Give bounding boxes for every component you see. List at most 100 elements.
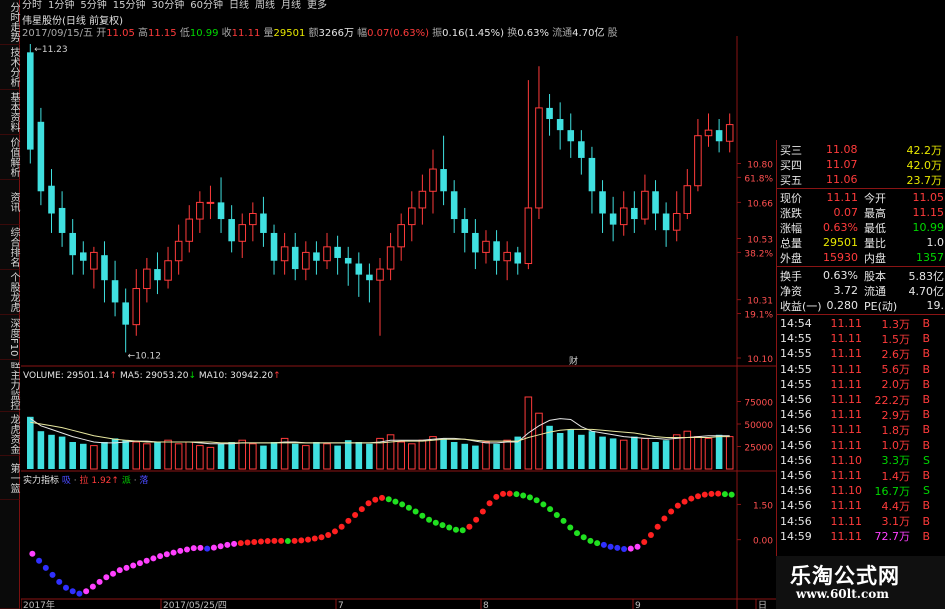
indicator-header-seg: 吸 (59, 475, 71, 486)
candle-body (725, 124, 734, 142)
left-tab-1[interactable]: 技术分析 (0, 45, 20, 90)
bottom-left-tab-1[interactable]: 龙虎资金 (0, 412, 20, 456)
volume-bar (609, 438, 617, 469)
candle-body (546, 107, 553, 120)
price-axis-label: 10.31 (747, 297, 773, 307)
tick-time: 14:54 (780, 317, 812, 330)
left-tab-6[interactable]: 个股龙虎 (0, 270, 20, 315)
volume-bar (472, 445, 479, 469)
left-tab-4[interactable]: 资讯 (0, 180, 20, 225)
indicator-dot (197, 544, 204, 551)
order-price: 11.08 (826, 143, 858, 156)
period-tab-8[interactable]: 月线 (281, 0, 301, 12)
left-tab-3[interactable]: 价值解析 (0, 135, 20, 180)
candle (206, 185, 215, 220)
indicator-dot (116, 567, 123, 574)
candle-body (704, 129, 713, 137)
indicator-dot (305, 536, 312, 543)
volume-bar (164, 439, 172, 470)
indicator-dot (83, 588, 90, 595)
candle (397, 213, 405, 261)
indicator-dot (493, 493, 500, 500)
period-tab-2[interactable]: 5分钟 (80, 0, 106, 12)
bottom-left-tab-0[interactable]: 主力监控 (0, 368, 20, 412)
left-tab-0[interactable]: 分时走势 (0, 0, 20, 45)
volume-bar (631, 436, 638, 469)
candle-body (355, 263, 363, 275)
indicator-dot (405, 504, 412, 511)
candle (249, 202, 257, 242)
volume-bar (567, 429, 575, 469)
volume-bar (662, 440, 670, 469)
indicator-dot (257, 538, 264, 545)
tick-time: 14:55 (780, 377, 812, 391)
left-tab-5[interactable]: 综合排名 (0, 225, 20, 270)
tick-price: 11.11 (830, 423, 863, 437)
tick-row: 14:56 11.11 1.8万 B (776, 422, 945, 437)
period-tab-1[interactable]: 1分钟 (48, 0, 74, 12)
order-book-row: 买三 11.08 42.2万 (776, 142, 945, 157)
tick-price: 11.11 (830, 408, 863, 422)
fundamental-value: 4.70亿 (908, 284, 945, 298)
candle-body (37, 121, 45, 192)
candle (609, 196, 617, 242)
fundamental-value: 0.280 (826, 299, 859, 312)
tick-time: 14:56 (780, 484, 812, 498)
indicator-dot (594, 540, 601, 547)
indicator-dot (560, 517, 567, 524)
indicator-dot (150, 555, 157, 562)
period-tab-0[interactable]: 分时 (22, 0, 42, 12)
indicator-header: 实力指标 吸 · 拉 1.92↑ 派 · 落 (23, 474, 148, 486)
indicator-header-seg: · (131, 476, 140, 486)
indicator-dot (520, 492, 527, 499)
volume-bar (588, 431, 596, 469)
volume-axis-label: 50000 (744, 421, 773, 431)
candle-body (652, 191, 659, 214)
candle (366, 263, 373, 303)
period-tab-7[interactable]: 周线 (255, 0, 275, 12)
indicator-dot (432, 519, 439, 526)
tick-vol: 5.6万 (881, 363, 911, 377)
indicator-dot (365, 500, 372, 507)
indicator-dot (547, 506, 554, 513)
period-tab-6[interactable]: 日线 (229, 0, 249, 12)
indicator-dot (42, 564, 49, 571)
quote-value: 11.15 (912, 206, 945, 219)
tick-direction: B (922, 529, 930, 543)
period-tab-3[interactable]: 15分钟 (113, 0, 146, 12)
volume-bar (238, 439, 247, 470)
left-tab-2[interactable]: 基本资料 (0, 90, 20, 135)
indicator-dot (661, 515, 668, 522)
quote-value: 0.63% (823, 221, 858, 234)
candle (132, 269, 141, 336)
news-marker[interactable]: 财 (569, 355, 578, 367)
indicator-dot (600, 541, 607, 548)
candle (652, 180, 659, 231)
left-tab-7[interactable]: 深度F10 (0, 315, 20, 360)
candle-body (48, 185, 55, 214)
indicator-dot (76, 590, 83, 597)
tick-direction: S (923, 484, 930, 498)
tick-price: 11.11 (830, 529, 863, 543)
indicator-dot (170, 549, 177, 556)
volume-bar (217, 443, 225, 469)
volume-bar (206, 446, 215, 470)
order-price: 11.07 (826, 158, 858, 171)
indicator-dot (49, 571, 56, 578)
period-tab-5[interactable]: 60分钟 (190, 0, 223, 12)
bottom-left-tab-2[interactable]: 第一篮 (0, 456, 20, 500)
indicator-dot (728, 491, 735, 498)
indicator-dot (103, 574, 110, 581)
candle-body (440, 169, 447, 192)
main-chart[interactable]: 10.80 61.8% 10.66 10.53 38.2% 10.31 19.1% 10.10… (21, 36, 776, 609)
period-tab-9[interactable]: 更多 (307, 0, 327, 12)
candle (313, 241, 320, 275)
volume-bar (90, 445, 98, 470)
tick-row: 14:56 11.10 3.3万 S (776, 453, 945, 468)
tick-time: 14:56 (780, 393, 812, 406)
volume-bar (334, 445, 341, 469)
volume-bar (249, 443, 257, 470)
candle-body (228, 219, 235, 242)
period-tab-4[interactable]: 30分钟 (151, 0, 184, 12)
volume-bar (323, 443, 331, 470)
